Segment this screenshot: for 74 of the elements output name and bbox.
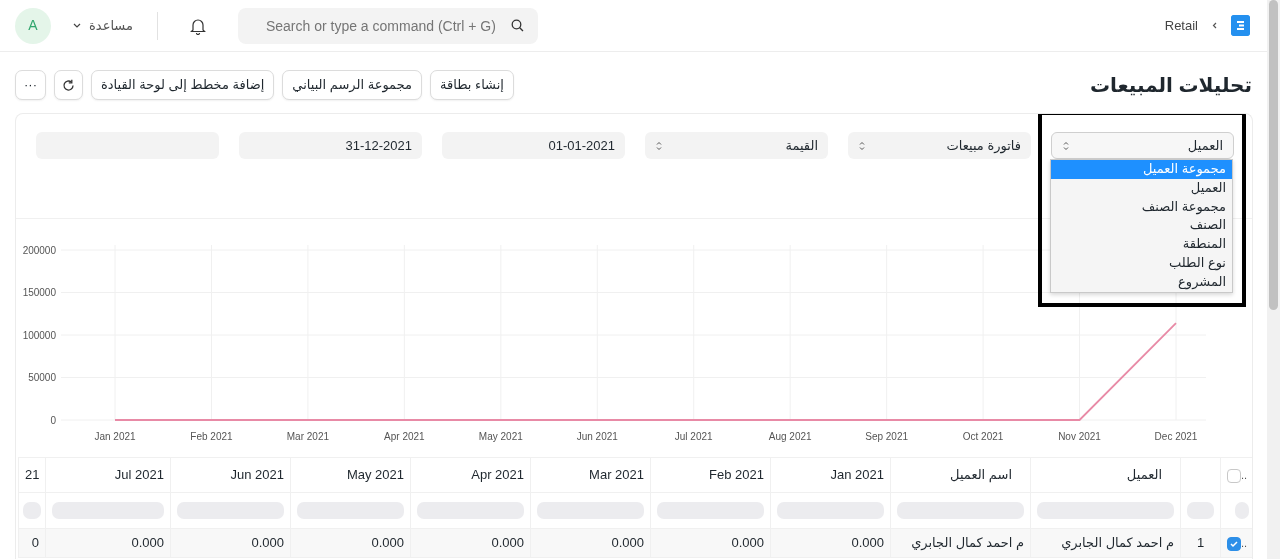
- y-axis-label: 200000: [22, 244, 56, 256]
- sort-arrows-icon: [1062, 139, 1070, 152]
- dropdown-option[interactable]: العميل: [1051, 178, 1232, 198]
- table-cell: 0.000: [45, 528, 171, 558]
- column-header: May 2021: [290, 457, 411, 493]
- dropdown-list[interactable]: مجموعة العميل العميل مجموعة الصنف الصنف المنطقة نوع الطلب المشروع: [1050, 159, 1233, 293]
- column-header: Jul 2021: [45, 457, 171, 493]
- dropdown-option[interactable]: مجموعة الصنف: [1051, 197, 1232, 217]
- select-field[interactable]: فاتورة مبيعات: [848, 132, 1031, 159]
- sort-arrows-icon: [655, 139, 663, 152]
- refresh-button[interactable]: [54, 70, 83, 100]
- row-checkbox[interactable]: [1226, 536, 1241, 551]
- column-header: Feb 2021: [650, 457, 771, 493]
- x-axis-label: Apr 2021: [384, 431, 425, 442]
- resize-handle[interactable]: ..: [1240, 469, 1247, 482]
- y-axis-label: 0: [50, 414, 56, 426]
- x-axis-label: Jul 2021: [674, 431, 713, 442]
- table-cell: م احمد كمال الجابري: [890, 528, 1031, 558]
- select-field[interactable]: العميل: [1051, 132, 1234, 159]
- logo-icon[interactable]: [1231, 15, 1250, 36]
- column-header: اسم العميل: [890, 457, 1031, 493]
- x-axis-label: Nov 2021: [1058, 431, 1101, 442]
- breadcrumb-link[interactable]: Retail: [1164, 15, 1198, 36]
- x-axis-label: May 2021: [478, 431, 523, 442]
- chevron-icon: [1212, 22, 1217, 29]
- search-icon: [510, 18, 524, 32]
- table-cell: م احمد كمال الجابري: [1030, 528, 1181, 558]
- notification-bell-icon[interactable]: [189, 16, 206, 35]
- x-axis-label: Feb 2021: [190, 431, 233, 442]
- select-field[interactable]: القيمة: [645, 132, 828, 159]
- y-axis-label: 150000: [22, 287, 56, 298]
- resize-handle[interactable]: ..: [1240, 537, 1247, 550]
- help-dropdown[interactable]: مساعدة: [67, 14, 139, 37]
- y-axis-label: 50000: [28, 372, 56, 383]
- x-axis-label: Sep 2021: [865, 431, 909, 442]
- column-header: Jan 2021: [770, 457, 891, 493]
- date-field[interactable]: 01-01-2021: [442, 132, 625, 159]
- row-number: 1: [1180, 528, 1221, 558]
- column-header: Mar 2021: [530, 457, 651, 493]
- table-cell: 0: [18, 528, 46, 558]
- more-button[interactable]: ···: [15, 70, 46, 100]
- scrollbar[interactable]: [1267, 0, 1280, 559]
- refresh-icon: [62, 79, 75, 93]
- action-button[interactable]: مجموعة الرسم البياني: [282, 70, 422, 100]
- column-header: 21: [18, 457, 46, 493]
- dropdown-option[interactable]: الصنف: [1051, 216, 1232, 236]
- action-button[interactable]: إضافة مخطط إلى لوحة القيادة: [91, 70, 275, 100]
- x-axis-label: Jan 2021: [94, 431, 136, 442]
- dropdown-option[interactable]: المشروع: [1051, 272, 1232, 292]
- x-axis-label: Mar 2021: [286, 431, 330, 442]
- x-axis-label: Dec 2021: [1154, 431, 1198, 442]
- date-field[interactable]: 31-12-2021: [239, 132, 422, 159]
- sort-arrows-icon: [858, 139, 866, 152]
- x-axis-label: Aug 2021: [768, 431, 812, 442]
- page-title: تحليلات المبيعات: [1089, 73, 1252, 97]
- table-cell: 0.000: [290, 528, 411, 558]
- table-cell: 0.000: [530, 528, 651, 558]
- search-field[interactable]: Search or type a command (Ctrl + G): [237, 7, 538, 44]
- y-axis-label: 100000: [22, 329, 56, 341]
- table-cell: 0.000: [410, 528, 531, 558]
- table-cell: 0.000: [650, 528, 771, 558]
- dropdown-option[interactable]: المنطقة: [1051, 235, 1232, 254]
- table-cell: 0.000: [170, 528, 291, 558]
- dropdown-option[interactable]: نوع الطلب: [1051, 254, 1232, 273]
- caret-icon: [73, 23, 81, 28]
- column-header: Jun 2021: [170, 457, 291, 493]
- x-axis-label: Oct 2021: [962, 431, 1004, 442]
- column-header: Apr 2021: [410, 457, 531, 493]
- table-cell: 0.000: [770, 528, 891, 558]
- x-axis-label: Jun 2021: [576, 431, 618, 442]
- action-button[interactable]: إنشاء بطاقة: [430, 70, 514, 100]
- scrollbar-thumb[interactable]: [1269, 0, 1278, 310]
- column-header: العميل: [1030, 457, 1181, 493]
- select-all-checkbox[interactable]: [1226, 468, 1241, 483]
